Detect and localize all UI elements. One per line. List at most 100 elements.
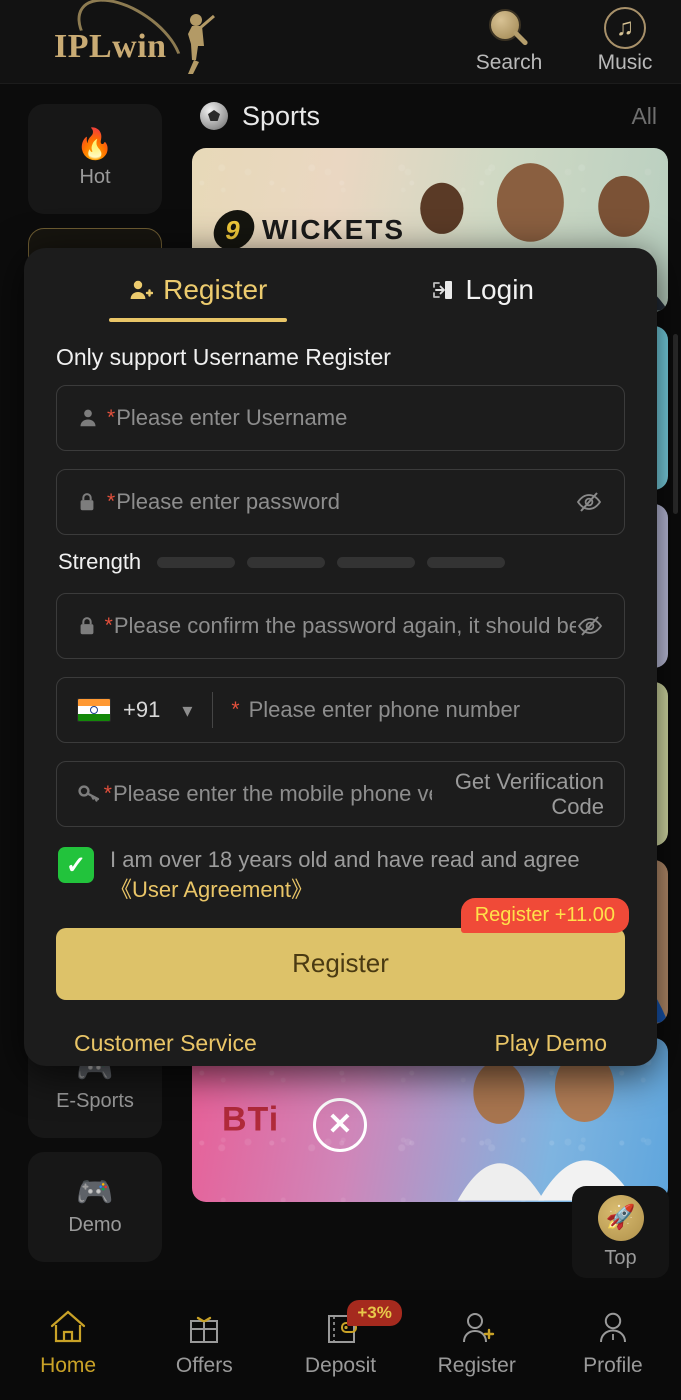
register-modal: Register Login Only support Username Reg… [24,248,657,1066]
gift-icon [184,1304,224,1350]
register-notice: Only support Username Register [56,344,391,370]
gamepad-icon: 🎮 [76,1175,114,1209]
confirm-password-placeholder: Please confirm the password again, it sh… [113,613,577,638]
content-scrollbar[interactable] [673,334,678,514]
tab-login[interactable]: Login [341,274,626,322]
nav-item-register[interactable]: Register [409,1304,545,1378]
search-label: Search [475,51,543,74]
user-icon [77,407,107,429]
tab-register-label: Register [163,274,268,305]
required-asterisk: * [104,614,113,637]
sidebar-item-label: E-Sports [56,1089,134,1112]
sidebar-item-label: Hot [79,165,111,188]
sidebar-item-hot[interactable]: 🔥 Hot [28,104,162,214]
tab-login-label: Login [465,274,534,305]
tab-active-indicator [109,318,288,322]
nav-label: Offers [175,1354,233,1377]
user-plus-icon [457,1304,497,1350]
rocket-icon: 🚀 [597,1194,644,1241]
required-asterisk: * [231,698,240,721]
required-asterisk: * [103,782,112,805]
country-code-value: +91 [123,697,161,722]
flame-icon: 🔥 [76,127,114,161]
lock-icon [77,615,105,637]
view-all-link[interactable]: All [631,103,657,130]
modal-footer: Customer Service Play Demo [56,1030,625,1057]
top-bar: IPLwin Search ♫ Music [0,0,681,103]
nav-item-deposit[interactable]: +3% Deposit [272,1300,408,1378]
user-plus-icon [129,278,154,302]
search-button[interactable]: Search [471,6,547,75]
required-asterisk: * [107,406,116,429]
strength-bar [337,556,416,568]
register-bonus-badge: Register +11.00 [460,897,629,933]
music-button[interactable]: ♫ Music [587,6,663,75]
search-icon [471,6,547,50]
close-icon[interactable]: ✕ [313,1098,367,1152]
username-placeholder: Please enter Username [116,405,348,430]
username-field[interactable]: * Please enter Username [56,385,625,451]
app-root: IPLwin Search ♫ Music 🔥 Hot 🎮 E-Sports 🎮… [0,0,681,1400]
nav-item-offers[interactable]: Offers [136,1304,272,1378]
nav-item-home[interactable]: Home [0,1304,136,1378]
nav-label: Profile [583,1354,643,1377]
eye-off-icon[interactable] [574,491,604,513]
user-agreement-link[interactable]: 《User Agreement》 [110,877,313,902]
strength-bar [427,556,506,568]
nav-label: Deposit [304,1354,377,1377]
play-demo-link[interactable]: Play Demo [495,1030,607,1057]
banner-logo-text: WICKETS [262,214,406,245]
lock-icon [77,491,107,513]
music-label: Music [597,51,653,74]
cricket-batsman-icon [188,14,215,74]
back-to-top-button[interactable]: 🚀 Top [572,1186,669,1278]
agreement-row: ✓ I am over 18 years old and have read a… [58,845,625,906]
india-flag-icon [77,698,111,722]
deposit-bonus-badge: +3% [347,1300,402,1326]
agreement-checkbox[interactable]: ✓ [58,847,94,883]
required-asterisk: * [107,490,116,513]
banner-badge: 9 [210,210,258,250]
customer-service-link[interactable]: Customer Service [74,1030,257,1057]
home-icon [48,1304,88,1350]
back-to-top-label: Top [604,1246,637,1269]
section-header-sports: Sports All [190,84,681,148]
key-icon [77,783,104,805]
nav-label: Home [40,1354,97,1377]
user-circle-icon [593,1304,633,1350]
topbar-actions: Search ♫ Music [471,6,663,75]
nav-item-profile[interactable]: Profile [545,1304,681,1378]
modal-tabs: Register Login [56,248,625,322]
soccer-ball-icon [200,102,228,130]
strength-label: Strength [58,549,142,574]
verification-code-field[interactable]: * Please enter the mobile phone ver… Get… [56,761,625,827]
brand-logo[interactable]: IPLwin [30,0,220,103]
bottom-navigation: Home Offers +3% Deposit Register Profile [0,1290,681,1400]
banner-logo-text: BTi [222,1100,280,1139]
music-note-icon: ♫ [587,6,663,50]
banner-logo: 9 WICKETS [210,210,406,250]
password-strength: Strength [58,549,625,575]
verification-placeholder: Please enter the mobile phone ver… [112,781,432,806]
password-placeholder: Please enter password [116,489,340,514]
agreement-text: I am over 18 years old and have read and… [110,845,625,906]
sidebar-item-demo[interactable]: 🎮 Demo [28,1152,162,1262]
eye-off-icon[interactable] [576,615,604,637]
chevron-down-icon[interactable]: ▾ [182,698,192,723]
agreement-label: I am over 18 years old and have read and… [110,847,580,872]
password-field[interactable]: * Please enter password [56,469,625,535]
register-submit-button[interactable]: Register [56,927,625,1000]
login-door-icon [431,278,455,302]
field-divider [212,692,214,728]
tab-register[interactable]: Register [56,274,341,322]
brand-logo-text: IPLwin [54,28,167,65]
phone-placeholder: Please enter phone number [248,697,521,722]
register-submit-wrap: Register +11.00 Register [56,897,629,1000]
confirm-password-field[interactable]: * Please confirm the password again, it … [56,593,625,659]
sidebar-item-label: Demo [68,1213,122,1236]
get-verification-code-button[interactable]: Get Verification Code [432,769,604,820]
strength-bar [157,556,236,568]
nav-label: Register [437,1354,516,1377]
phone-field[interactable]: +91 ▾ * Please enter phone number [56,677,625,743]
strength-bar [247,556,326,568]
